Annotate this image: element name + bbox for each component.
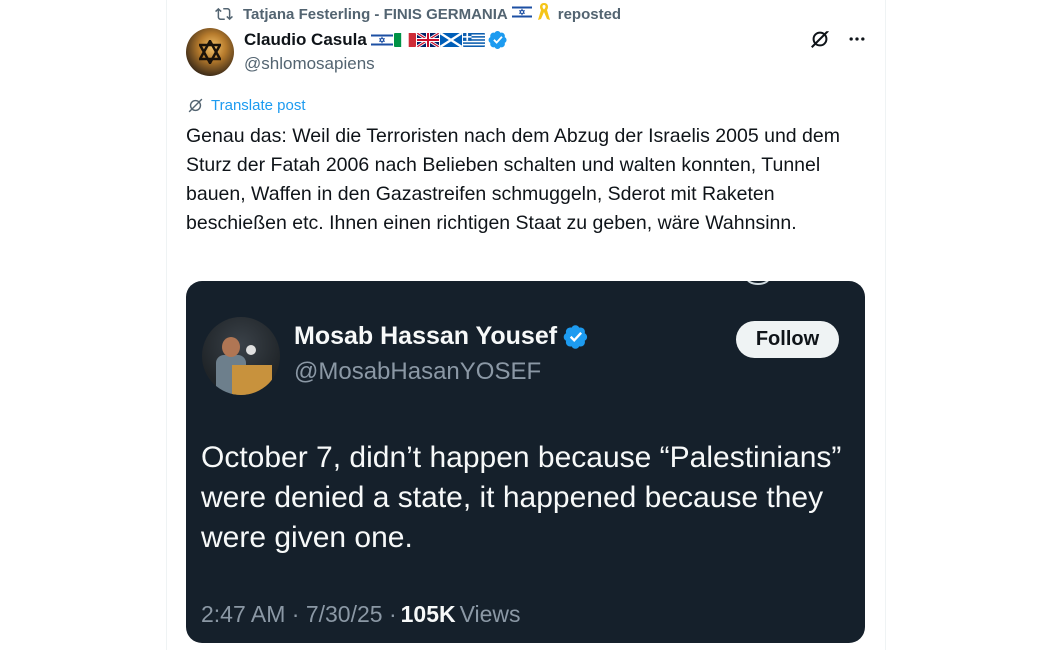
translate-label[interactable]: Translate post	[211, 97, 306, 114]
greece-flag-icon	[462, 33, 485, 47]
more-options-icon[interactable]	[847, 29, 867, 49]
repost-icon	[215, 7, 233, 21]
avatar-head	[222, 337, 240, 357]
embedded-avatar	[202, 317, 280, 395]
embedded-author-name: Mosab Hassan Yousef	[294, 322, 558, 350]
embedded-author-name-row: Mosab Hassan Yousef	[294, 322, 589, 351]
scotland-flag-icon	[439, 33, 462, 47]
post-actions-top	[809, 28, 867, 50]
embedded-views-label: Views	[459, 601, 521, 627]
author-avatar[interactable]	[186, 28, 234, 76]
avatar-emblem-icon	[199, 40, 221, 64]
repost-indicator: Tatjana Festerling - FINIS GERMANIA repo…	[215, 2, 622, 26]
translate-icon	[188, 98, 203, 113]
verified-badge-icon	[488, 31, 507, 49]
repost-suffix: reposted	[557, 5, 622, 23]
embedded-views-count: 105K	[400, 601, 456, 627]
uk-flag-icon	[416, 33, 439, 47]
decorative-glint	[746, 281, 770, 285]
translate-post-link[interactable]: Translate post	[187, 97, 306, 114]
author-handle[interactable]: @shlomosapiens	[244, 54, 375, 74]
post-text: Genau das: Weil die Terroristen nach dem…	[186, 125, 840, 234]
avatar-podium	[232, 365, 272, 395]
embedded-post-text: October 7, didn’t happen because “Palest…	[201, 441, 842, 554]
follow-button: Follow	[736, 321, 839, 358]
microphone-icon	[246, 345, 256, 355]
italy-flag-icon	[393, 33, 416, 47]
grok-icon[interactable]	[809, 28, 831, 50]
author-flags	[370, 33, 485, 47]
israel-flag-icon	[511, 5, 532, 23]
verified-badge-icon	[563, 324, 588, 349]
author-name[interactable]: Claudio Casula	[244, 30, 367, 50]
embedded-timestamp: 2:47 AM · 7/30/25 ·	[201, 601, 397, 627]
timeline-column: Tatjana Festerling - FINIS GERMANIA repo…	[166, 0, 886, 650]
embedded-author-handle: @MosabHasanYOSEF	[294, 358, 542, 385]
israel-flag-icon	[370, 33, 393, 47]
author-name-row: Claudio Casula	[244, 29, 508, 51]
yellow-ribbon-icon	[536, 2, 552, 26]
embedded-post-image[interactable]: Mosab Hassan Yousef @MosabHasanYOSEF Fol…	[186, 281, 865, 643]
repost-user[interactable]: Tatjana Festerling - FINIS GERMANIA	[243, 6, 508, 23]
embedded-post-meta: 2:47 AM · 7/30/25 · 105K Views	[201, 601, 521, 628]
